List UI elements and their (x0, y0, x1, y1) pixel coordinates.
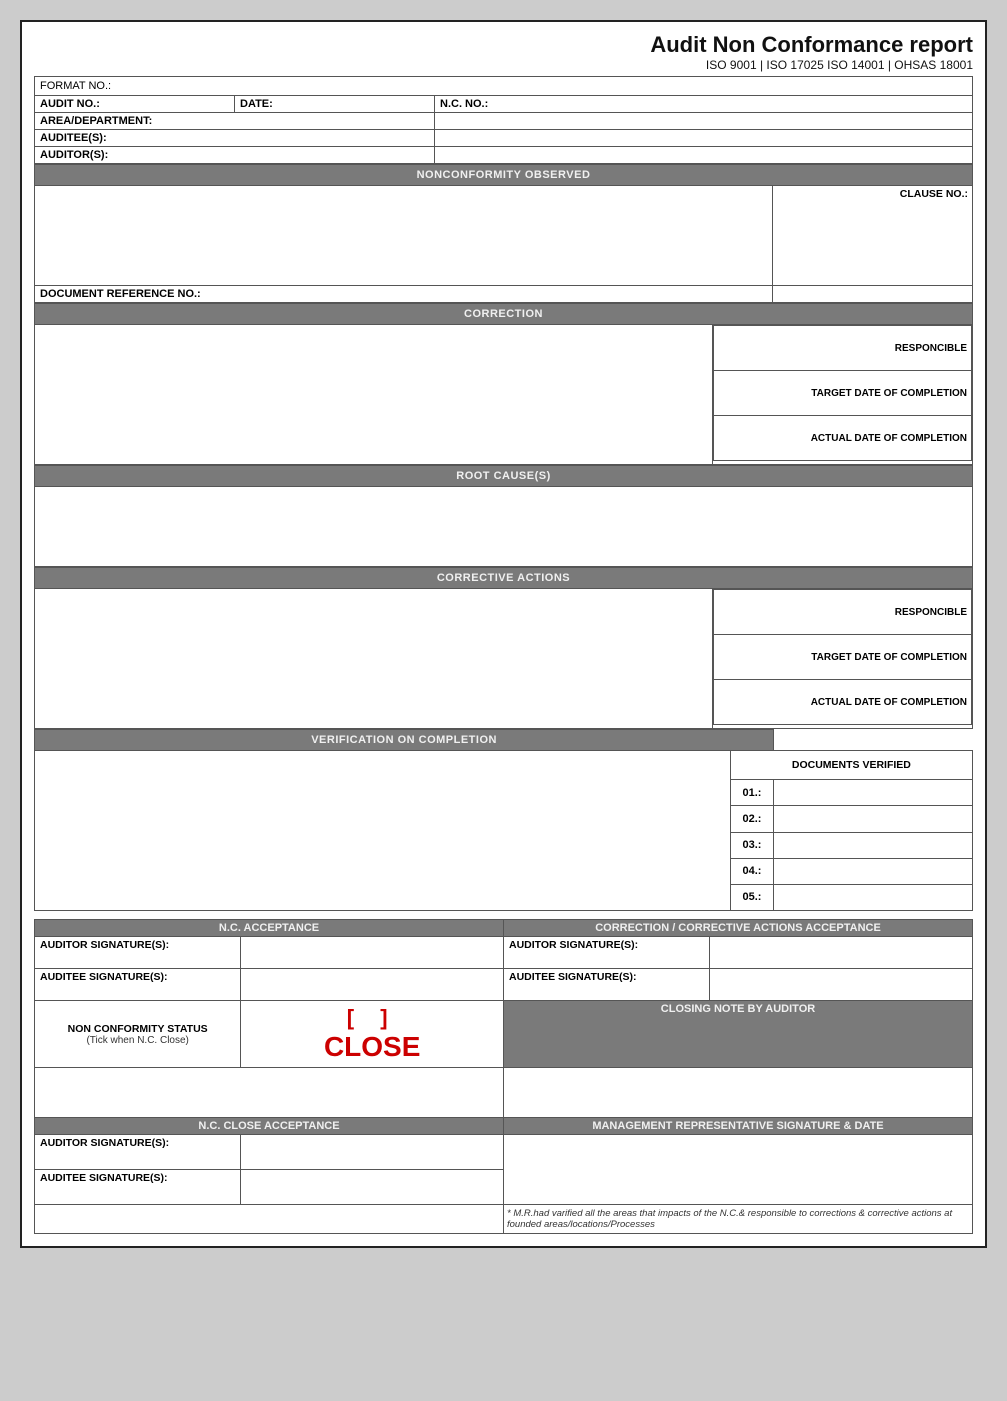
cc-auditor-sig-label: AUDITOR SIGNATURE(S): (503, 937, 709, 969)
correction-right-table: RESPONCIBLE TARGET DATE OF COMPLETION AC… (713, 325, 972, 461)
close-text: CLOSE (245, 1031, 499, 1063)
page: Audit Non Conformance report ISO 9001 | … (20, 20, 987, 1248)
auditors-label: AUDITOR(S): (35, 147, 435, 164)
nonconformity-section: NONCONFORMITY OBSERVED CLAUSE NO.: DOCUM… (34, 164, 973, 303)
root-cause-header: ROOT CAUSE(S) (35, 466, 973, 487)
correction-header: CORRECTION (35, 304, 973, 325)
nc-auditee-sig-value[interactable] (241, 969, 504, 1001)
nc-close-acceptance-header: N.C. CLOSE ACCEPTANCE (35, 1118, 504, 1135)
nc-status-label: NON CONFORMITY STATUS (40, 1023, 235, 1035)
nc-close-auditor-sig-label: AUDITOR SIGNATURE(S): (35, 1135, 241, 1170)
closing-note-header: CLOSING NOTE BY AUDITOR (503, 1001, 972, 1068)
doc-num-2: 02.: (730, 806, 773, 832)
mgmt-sig-area[interactable] (503, 1135, 972, 1205)
correction-text-area[interactable] (35, 325, 713, 465)
doc-num-4: 04.: (730, 858, 773, 884)
doc-value-2[interactable] (774, 806, 973, 832)
report-subtitle: ISO 9001 | ISO 17025 ISO 14001 | OHSAS 1… (34, 58, 973, 72)
format-no-label: FORMAT NO.: (40, 80, 111, 92)
doc-value-1[interactable] (774, 780, 973, 806)
auditees-value[interactable] (435, 130, 973, 147)
nc-close-auditee-sig-value[interactable] (241, 1170, 504, 1205)
doc-value-3[interactable] (774, 832, 973, 858)
closing-note-value[interactable] (503, 1068, 972, 1118)
correction-section: CORRECTION RESPONCIBLE TARGET DATE OF CO… (34, 303, 973, 465)
area-dept-label: AREA/DEPARTMENT: (35, 113, 435, 130)
doc-num-3: 03.: (730, 832, 773, 858)
cc-auditor-sig-value[interactable] (710, 937, 973, 969)
auditees-label: AUDITEE(S): (35, 130, 435, 147)
nc-no-label: N.C. NO.: (435, 96, 973, 113)
cc-acceptance-header: CORRECTION / CORRECTIVE ACTIONS ACCEPTAN… (503, 920, 972, 937)
corrective-actions-header: CORRECTIVE ACTIONS (35, 568, 973, 589)
doc-num-5: 05.: (730, 884, 773, 910)
acceptance-table: N.C. ACCEPTANCE CORRECTION / CORRECTIVE … (34, 919, 973, 1234)
clause-no-label: CLAUSE NO.: (777, 188, 968, 200)
close-cell: [ ] CLOSE (241, 1001, 504, 1068)
cc-auditee-sig-value[interactable] (710, 969, 973, 1001)
date-label: DATE: (235, 96, 435, 113)
nc-auditee-sig-label: AUDITEE SIGNATURE(S): (35, 969, 241, 1001)
header-block: Audit Non Conformance report ISO 9001 | … (34, 32, 973, 72)
corrective-actions-section: CORRECTIVE ACTIONS RESPONCIBLE TARGET DA… (34, 567, 973, 729)
verification-header: VERIFICATION ON COMPLETION (35, 730, 774, 751)
doc-value-4[interactable] (774, 858, 973, 884)
correction-responsible-label: RESPONCIBLE (714, 326, 972, 371)
clause-no-cell: CLAUSE NO.: (773, 186, 973, 286)
doc-value-5[interactable] (774, 884, 973, 910)
doc-num-1: 01.: (730, 780, 773, 806)
nc-status-sub: (Tick when N.C. Close) (40, 1035, 235, 1046)
nc-close-auditor-sig-value[interactable] (241, 1135, 504, 1170)
nc-auditor-sig-label: AUDITOR SIGNATURE(S): (35, 937, 241, 969)
mgmt-rep-header: MANAGEMENT REPRESENTATIVE SIGNATURE & DA… (503, 1118, 972, 1135)
bottom-section: N.C. ACCEPTANCE CORRECTION / CORRECTIVE … (34, 919, 973, 1234)
nc-status-spacer (35, 1068, 504, 1118)
corrective-actual-date-label: ACTUAL DATE OF COMPLETION (714, 680, 972, 725)
clause-no-value[interactable] (777, 200, 968, 275)
root-cause-text-area[interactable] (35, 487, 973, 567)
nc-close-auditee-sig-label: AUDITEE SIGNATURE(S): (35, 1170, 241, 1205)
footer-note: * M.R.had varified all the areas that im… (503, 1205, 972, 1234)
nc-status-cell: NON CONFORMITY STATUS (Tick when N.C. Cl… (35, 1001, 241, 1068)
verification-section: VERIFICATION ON COMPLETION DOCUMENTS VER… (34, 729, 973, 911)
cc-auditee-sig-label: AUDITEE SIGNATURE(S): (503, 969, 709, 1001)
documents-verified-label: DOCUMENTS VERIFIED (730, 751, 972, 780)
root-cause-section: ROOT CAUSE(S) (34, 465, 973, 567)
audit-no-label: AUDIT NO.: (35, 96, 235, 113)
verification-text-area[interactable] (35, 751, 731, 911)
info-table: AUDIT NO.: DATE: N.C. NO.: AREA/DEPARTME… (34, 95, 973, 164)
corrective-target-date-label: TARGET DATE OF COMPLETION (714, 635, 972, 680)
footer-spacer (35, 1205, 504, 1234)
correction-actual-date-label: ACTUAL DATE OF COMPLETION (714, 416, 972, 461)
area-dept-value[interactable] (435, 113, 973, 130)
nonconformity-header: NONCONFORMITY OBSERVED (35, 165, 973, 186)
report-title: Audit Non Conformance report (34, 32, 973, 58)
doc-ref-label: DOCUMENT REFERENCE NO.: (35, 286, 773, 303)
nc-acceptance-header: N.C. ACCEPTANCE (35, 920, 504, 937)
format-no-row: FORMAT NO.: (34, 76, 973, 95)
doc-ref-value[interactable] (773, 286, 973, 303)
nc-auditor-sig-value[interactable] (241, 937, 504, 969)
corrective-actions-text-area[interactable] (35, 589, 713, 729)
auditors-value[interactable] (435, 147, 973, 164)
corrective-responsible-label: RESPONCIBLE (714, 590, 972, 635)
nonconformity-text-area[interactable] (35, 186, 773, 286)
close-bracket: [ ] (347, 1005, 398, 1031)
correction-target-date-label: TARGET DATE OF COMPLETION (714, 371, 972, 416)
corrective-right-table: RESPONCIBLE TARGET DATE OF COMPLETION AC… (713, 589, 972, 725)
